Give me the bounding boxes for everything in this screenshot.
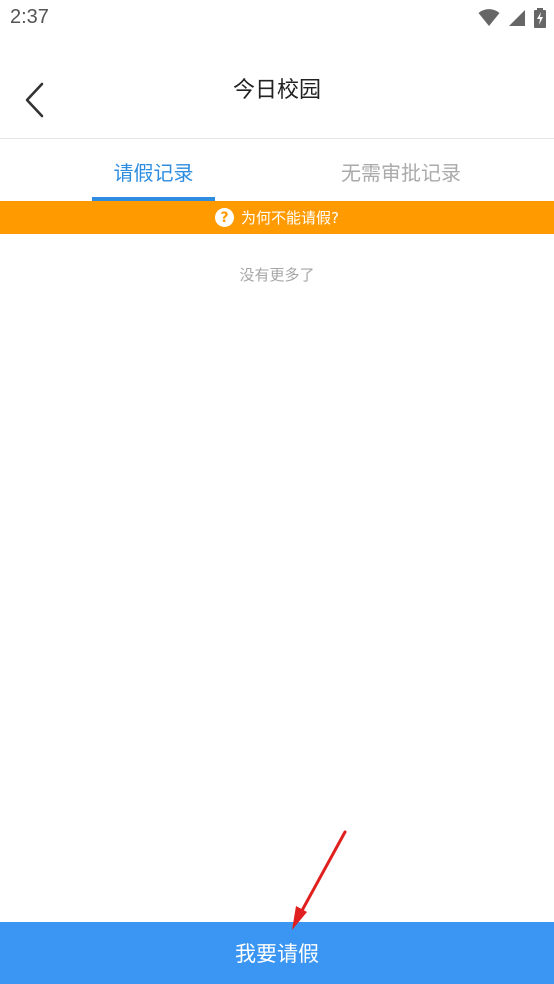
tab-bar: 请假记录 无需审批记录 <box>0 139 554 201</box>
status-time: 2:37 <box>10 6 49 28</box>
request-leave-label: 我要请假 <box>235 942 319 966</box>
battery-icon <box>534 8 546 28</box>
title-bar: 今日校园 <box>0 40 554 139</box>
signal-icon <box>509 10 525 26</box>
request-leave-button[interactable]: 我要请假 <box>0 922 554 984</box>
tab-no-approval-records[interactable]: 无需审批记录 <box>330 139 472 201</box>
tab-leave-records[interactable]: 请假记录 <box>92 139 215 201</box>
notice-text: 为何不能请假? <box>241 209 339 227</box>
wifi-icon <box>478 9 500 26</box>
notice-banner[interactable]: ? 为何不能请假? <box>0 201 554 234</box>
status-icons <box>478 8 546 28</box>
page-title: 今日校园 <box>232 78 321 103</box>
empty-list-message: 没有更多了 <box>239 266 315 284</box>
status-bar: 2:37 <box>0 0 554 40</box>
question-icon: ? <box>215 208 235 227</box>
